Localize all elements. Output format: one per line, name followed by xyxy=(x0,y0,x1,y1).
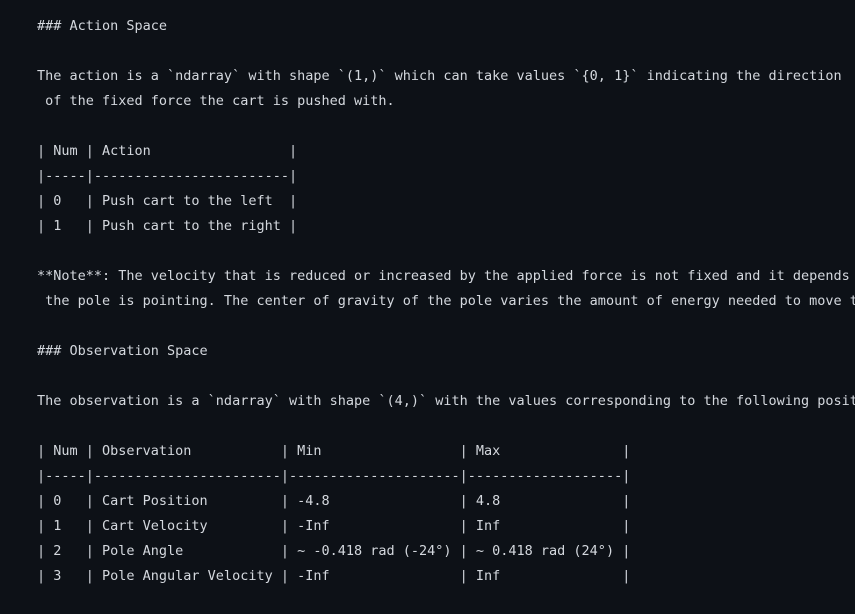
note-line-1: **Note**: The velocity that is reduced o… xyxy=(37,268,850,284)
observation-table-row: | 0 | Cart Position | -4.8 | 4.8 | xyxy=(37,493,631,509)
note-line-2: the pole is pointing. The center of grav… xyxy=(45,293,855,309)
markdown-editor[interactable]: ### Action Space The action is a `ndarra… xyxy=(0,0,855,614)
action-table-header: | Num | Action | xyxy=(37,143,298,159)
action-description-line-2: of the fixed force the cart is pushed wi… xyxy=(37,93,395,109)
action-table-separator: |-----|------------------------| xyxy=(37,168,298,184)
observation-table-separator: |-----|-----------------------|---------… xyxy=(37,468,631,484)
action-table-row: | 1 | Push cart to the right | xyxy=(37,218,298,234)
observation-description: The observation is a `ndarray` with shap… xyxy=(37,393,855,409)
action-table-row: | 0 | Push cart to the left | xyxy=(37,193,298,209)
heading-observation-space: ### Observation Space xyxy=(37,343,208,359)
heading-action-space: ### Action Space xyxy=(37,18,168,34)
action-description-line-1: The action is a `ndarray` with shape `(1… xyxy=(37,68,842,84)
observation-table-row: | 3 | Pole Angular Velocity | -Inf | Inf… xyxy=(37,568,631,584)
observation-table-row: | 2 | Pole Angle | ~ -0.418 rad (-24°) |… xyxy=(37,543,631,559)
observation-table-row: | 1 | Cart Velocity | -Inf | Inf | xyxy=(37,518,631,534)
observation-table-header: | Num | Observation | Min | Max | xyxy=(37,443,631,459)
